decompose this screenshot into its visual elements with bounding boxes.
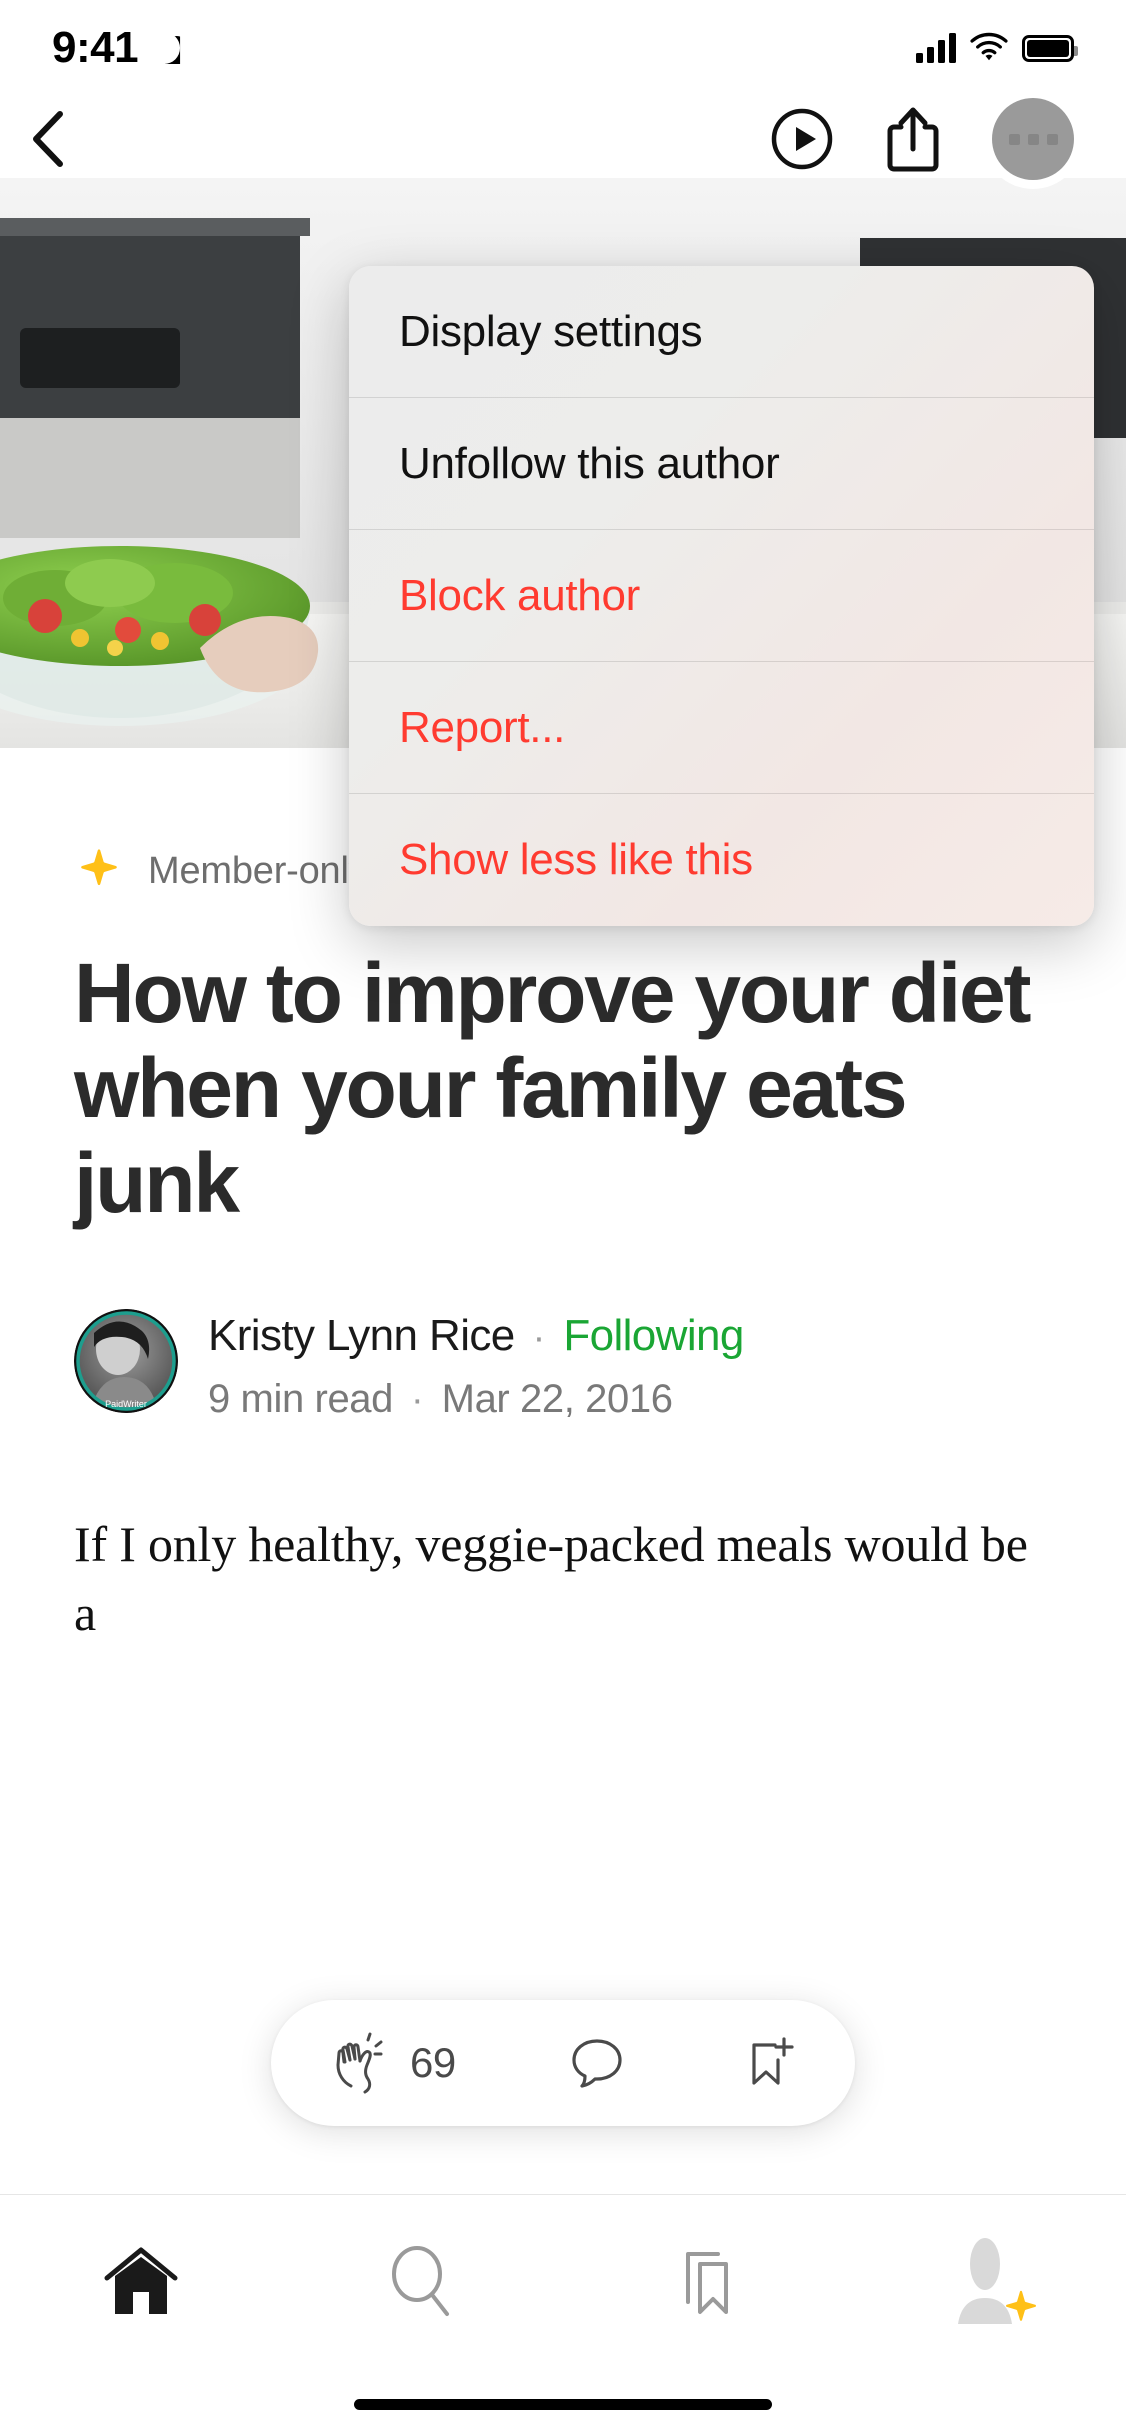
- bookmarks-icon: [685, 2252, 728, 2314]
- share-icon: [887, 107, 939, 172]
- status-bar-time: 9:41: [52, 23, 139, 72]
- menu-item-report[interactable]: Report...: [349, 662, 1094, 794]
- more-options-button[interactable]: [992, 98, 1074, 180]
- bottom-tab-bar: [0, 2194, 1126, 2436]
- navigation-bar: [0, 96, 1126, 182]
- play-circle-icon: [771, 108, 833, 170]
- bookmark-plus-icon: [752, 2037, 794, 2085]
- read-time: 9 min read: [208, 1376, 393, 1421]
- tab-home[interactable]: [0, 2195, 282, 2367]
- nav-actions: [770, 98, 1126, 180]
- menu-item-unfollow-author[interactable]: Unfollow this author: [349, 398, 1094, 530]
- byline-separator-1: ·: [532, 1316, 546, 1359]
- cellular-signal-icon: [916, 33, 956, 63]
- avatar[interactable]: PaidWriter: [74, 1308, 178, 1413]
- bookmark-button[interactable]: [738, 2032, 800, 2094]
- page-title: How to improve your diet when your famil…: [74, 946, 1031, 1230]
- clap-icon: [336, 2032, 383, 2094]
- share-button[interactable]: [884, 104, 942, 174]
- avatar-photo: PaidWriter: [74, 1308, 178, 1413]
- play-button[interactable]: [770, 107, 834, 171]
- status-bar: 9:41: [0, 0, 1126, 96]
- status-bar-left: 9:41: [52, 23, 180, 73]
- search-icon: [392, 2246, 450, 2316]
- tab-list: [0, 2195, 1126, 2367]
- menu-item-display-settings[interactable]: Display settings: [349, 266, 1094, 398]
- battery-full-icon: [1022, 34, 1078, 62]
- crescent-moon-icon: [148, 32, 180, 64]
- context-menu: Display settings Unfollow this author Bl…: [349, 266, 1094, 926]
- author-byline: PaidWriter Kristy Lynn Rice · Following …: [74, 1305, 1052, 1422]
- tab-profile[interactable]: [845, 2195, 1126, 2367]
- byline-separator-2: ·: [411, 1378, 424, 1421]
- tab-search[interactable]: [282, 2195, 564, 2367]
- menu-item-block-author[interactable]: Block author: [349, 530, 1094, 662]
- follow-state[interactable]: Following: [563, 1311, 744, 1361]
- star-badge-icon: [1006, 2290, 1037, 2321]
- star-icon: [81, 849, 117, 886]
- comment-icon: [572, 2039, 622, 2088]
- profile-avatar-icon: [950, 2238, 1037, 2324]
- byline-row-meta: 9 min read · Mar 22, 2016: [208, 1377, 744, 1422]
- article-body-text: If I only healthy, veggie-packed meals w…: [74, 1515, 1028, 1641]
- status-bar-right: [916, 31, 1078, 66]
- byline-text: Kristy Lynn Rice · Following 9 min read …: [208, 1305, 744, 1422]
- menu-item-show-less[interactable]: Show less like this: [349, 794, 1094, 926]
- author-name[interactable]: Kristy Lynn Rice: [208, 1311, 515, 1361]
- article-action-bar: 69: [271, 2000, 855, 2126]
- byline-row-author: Kristy Lynn Rice · Following: [208, 1311, 744, 1361]
- wifi-icon: [970, 31, 1008, 66]
- home-indicator: [354, 2399, 772, 2410]
- publish-date: Mar 22, 2016: [441, 1376, 673, 1421]
- svg-text:PaidWriter: PaidWriter: [105, 1399, 147, 1409]
- clap-button[interactable]: 69: [326, 2030, 456, 2096]
- home-icon: [104, 2247, 178, 2314]
- back-button[interactable]: [0, 96, 96, 182]
- comment-button[interactable]: [566, 2032, 628, 2094]
- chevron-left-icon: [33, 111, 63, 167]
- ellipsis-icon: [1008, 133, 1020, 145]
- clap-count: 69: [410, 2039, 456, 2086]
- tab-library[interactable]: [563, 2195, 845, 2367]
